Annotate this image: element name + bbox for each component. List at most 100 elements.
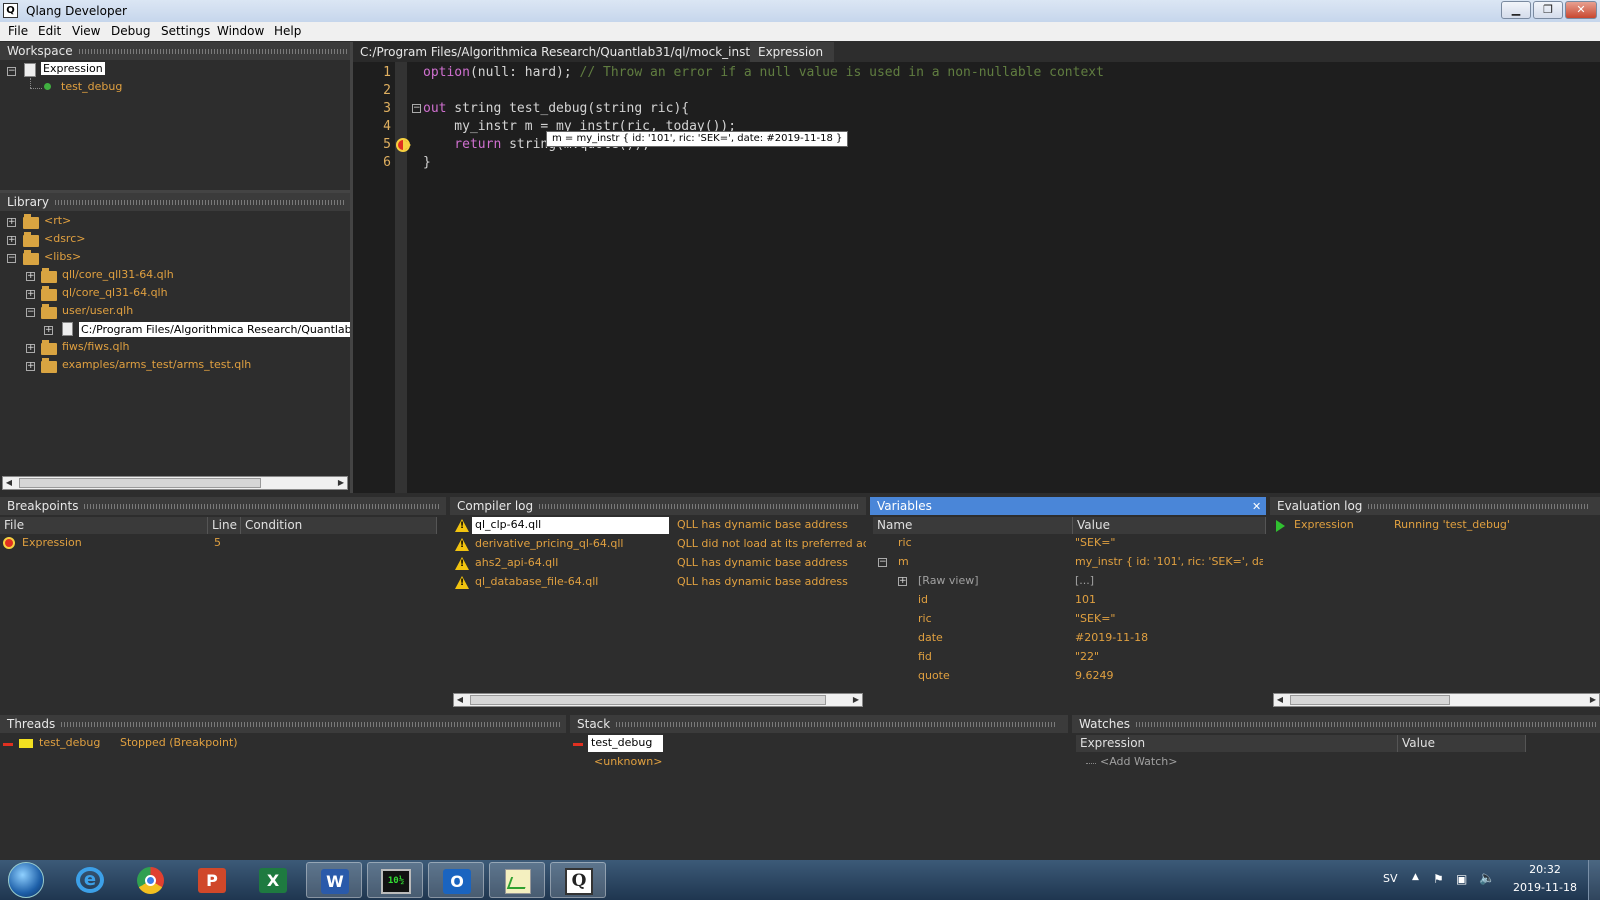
- language-indicator[interactable]: SV: [1383, 872, 1398, 885]
- volume-icon[interactable]: 🔈: [1479, 871, 1495, 886]
- scroll-right-icon[interactable]: ▶: [1587, 694, 1599, 706]
- scroll-left-icon[interactable]: ◀: [1274, 694, 1286, 706]
- tab-mock-instr[interactable]: C:/Program Files/Algorithmica Research/Q…: [353, 42, 769, 62]
- library-item-fiws[interactable]: fiws/fiws.qlh: [62, 340, 130, 353]
- scroll-left-icon[interactable]: ◀: [3, 477, 15, 489]
- panel-grip[interactable]: [539, 504, 860, 509]
- action-center-flag-icon[interactable]: ⚑: [1433, 872, 1444, 886]
- tab-expression[interactable]: Expression: [750, 42, 834, 62]
- panel-grip[interactable]: [61, 722, 562, 727]
- expand-icon[interactable]: +: [7, 218, 16, 227]
- expand-icon[interactable]: +: [7, 236, 16, 245]
- menu-view[interactable]: View: [72, 24, 100, 38]
- compiler-log-file[interactable]: ql_database_file-64.qll: [475, 575, 598, 588]
- library-item-qll-core[interactable]: qll/core_qll31-64.qlh: [62, 268, 174, 281]
- workspace-child-item[interactable]: test_debug: [61, 80, 122, 93]
- panel-grip[interactable]: [1136, 722, 1596, 727]
- scroll-thumb[interactable]: [470, 695, 826, 705]
- variable-name[interactable]: m: [898, 555, 909, 568]
- close-icon[interactable]: ✕: [1252, 500, 1261, 513]
- add-watch-item[interactable]: <Add Watch>: [1100, 755, 1177, 768]
- collapse-icon[interactable]: −: [7, 254, 16, 263]
- col-value[interactable]: Value: [1073, 517, 1266, 534]
- clock-time[interactable]: 20:32: [1512, 863, 1578, 876]
- panel-grip[interactable]: [54, 200, 345, 205]
- scroll-right-icon[interactable]: ▶: [850, 694, 862, 706]
- menu-file[interactable]: File: [8, 24, 28, 38]
- stack-frame[interactable]: test_debug: [588, 735, 663, 752]
- variable-name[interactable]: fid: [918, 650, 932, 663]
- minimize-button[interactable]: ▁: [1501, 1, 1531, 19]
- scroll-left-icon[interactable]: ◀: [454, 694, 466, 706]
- evaluation-log-hscrollbar[interactable]: ◀ ▶: [1273, 693, 1600, 707]
- expand-icon[interactable]: +: [898, 577, 907, 586]
- panel-grip[interactable]: [78, 49, 349, 54]
- scroll-right-icon[interactable]: ▶: [335, 477, 347, 489]
- collapse-icon[interactable]: −: [7, 67, 16, 76]
- clock-date[interactable]: 2019-11-18: [1512, 881, 1578, 894]
- panel-grip[interactable]: [84, 504, 440, 509]
- fold-icon[interactable]: −: [412, 104, 421, 113]
- outlook-icon[interactable]: O: [428, 862, 484, 898]
- powerpoint-icon[interactable]: P: [184, 862, 240, 898]
- menu-debug[interactable]: Debug: [111, 24, 150, 38]
- col-value[interactable]: Value: [1398, 735, 1526, 752]
- variable-name[interactable]: date: [918, 631, 943, 644]
- code-line-3[interactable]: out string test_debug(string ric){: [423, 101, 689, 116]
- variable-name[interactable]: id: [918, 593, 928, 606]
- compiler-log-file[interactable]: derivative_pricing_ql-64.qll: [475, 537, 623, 550]
- collapse-icon[interactable]: −: [26, 308, 35, 317]
- variable-name[interactable]: ric: [898, 536, 912, 549]
- code-line-1[interactable]: option(null: hard); // Throw an error if…: [423, 65, 1104, 80]
- expand-icon[interactable]: +: [26, 272, 35, 281]
- library-item-ql-core[interactable]: ql/core_ql31-64.qlh: [62, 286, 168, 299]
- expand-icon[interactable]: +: [44, 326, 53, 335]
- chart-app-icon[interactable]: [489, 862, 545, 898]
- scroll-thumb[interactable]: [1290, 695, 1450, 705]
- restore-button[interactable]: ❐: [1533, 1, 1563, 19]
- menu-edit[interactable]: Edit: [38, 24, 61, 38]
- close-window-button[interactable]: ✕: [1565, 1, 1597, 19]
- show-desktop-button[interactable]: [1588, 860, 1600, 900]
- expand-icon[interactable]: +: [26, 344, 35, 353]
- code-line-6[interactable]: }: [423, 155, 431, 170]
- expand-icon[interactable]: +: [26, 290, 35, 299]
- col-line[interactable]: Line: [208, 517, 241, 534]
- menu-window[interactable]: Window: [217, 24, 264, 38]
- panel-grip[interactable]: [1368, 504, 1589, 509]
- terminal-app-icon[interactable]: 10½: [367, 862, 423, 898]
- menu-settings[interactable]: Settings: [161, 24, 210, 38]
- start-orb-icon[interactable]: [8, 862, 44, 898]
- chrome-icon[interactable]: [123, 862, 179, 898]
- col-condition[interactable]: Condition: [241, 517, 437, 534]
- compiler-log-hscrollbar[interactable]: ◀ ▶: [453, 693, 863, 707]
- stack-frame[interactable]: <unknown>: [594, 755, 662, 768]
- compiler-log-file[interactable]: ahs2_api-64.qll: [475, 556, 558, 569]
- library-item-arms-test[interactable]: examples/arms_test/arms_test.qlh: [62, 358, 251, 371]
- breakpoint-margin[interactable]: [395, 62, 407, 493]
- workspace-root-item[interactable]: Expression: [41, 62, 105, 75]
- show-hidden-icons-icon[interactable]: ▲: [1412, 872, 1419, 882]
- evaluation-name[interactable]: Expression: [1294, 518, 1354, 531]
- library-item-rt[interactable]: <rt>: [44, 214, 71, 227]
- col-name[interactable]: Name: [873, 517, 1073, 534]
- variable-name[interactable]: [Raw view]: [918, 574, 979, 587]
- variable-name[interactable]: ric: [918, 612, 932, 625]
- collapse-icon[interactable]: −: [878, 558, 887, 567]
- variable-name[interactable]: quote: [918, 669, 950, 682]
- col-file[interactable]: File: [0, 517, 208, 534]
- panel-grip[interactable]: [616, 722, 1057, 727]
- thread-name[interactable]: test_debug: [39, 736, 100, 749]
- expand-icon[interactable]: +: [26, 362, 35, 371]
- word-icon[interactable]: W: [306, 862, 362, 898]
- menu-help[interactable]: Help: [274, 24, 301, 38]
- breakpoint-file[interactable]: Expression: [22, 536, 82, 549]
- library-item-user[interactable]: user/user.qlh: [62, 304, 133, 317]
- library-item-libs[interactable]: <libs>: [44, 250, 81, 263]
- network-icon[interactable]: ▣: [1456, 872, 1467, 886]
- qlang-app-icon[interactable]: Q: [550, 862, 606, 898]
- compiler-log-file[interactable]: ql_clp-64.qll: [472, 517, 669, 534]
- library-item-mock-instr[interactable]: C:/Program Files/Algorithmica Research/Q…: [79, 322, 350, 337]
- library-item-dsrc[interactable]: <dsrc>: [44, 232, 85, 245]
- internet-explorer-icon[interactable]: e: [62, 862, 118, 898]
